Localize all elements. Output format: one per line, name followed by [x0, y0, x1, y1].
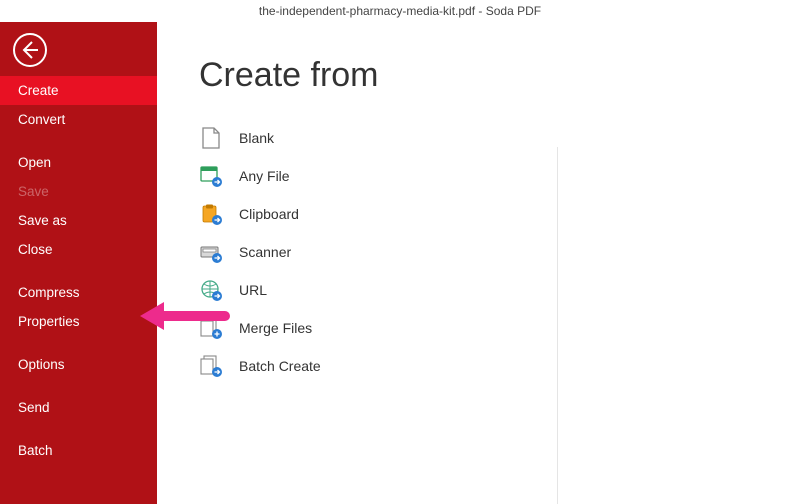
sidebar: Create Convert Open Save Save as Close C… [0, 22, 157, 504]
create-option-label: Merge Files [239, 320, 312, 336]
sidebar-item-label: Options [18, 357, 65, 372]
create-anyfile[interactable]: Any File [199, 157, 800, 195]
globe-icon [199, 278, 223, 302]
title-sep: - [475, 4, 486, 18]
create-option-label: Clipboard [239, 206, 299, 222]
sidebar-item-save: Save [0, 177, 157, 206]
create-batch[interactable]: Batch Create [199, 347, 800, 385]
sidebar-item-label: Properties [18, 314, 80, 329]
create-merge[interactable]: Merge Files [199, 309, 800, 347]
sidebar-item-label: Save as [18, 213, 67, 228]
sidebar-item-convert[interactable]: Convert [0, 105, 157, 134]
sidebar-item-label: Create [18, 83, 59, 98]
title-filename: the-independent-pharmacy-media-kit.pdf [259, 4, 475, 18]
back-button[interactable] [12, 32, 48, 68]
sidebar-item-label: Save [18, 184, 49, 199]
title-app: Soda PDF [486, 4, 541, 18]
sidebar-item-properties[interactable]: Properties [0, 307, 157, 336]
sidebar-item-compress[interactable]: Compress [0, 278, 157, 307]
create-option-label: Blank [239, 130, 274, 146]
vertical-divider [557, 147, 558, 504]
sidebar-item-label: Batch [18, 443, 53, 458]
sidebar-item-batch[interactable]: Batch [0, 436, 157, 465]
create-option-label: Scanner [239, 244, 291, 260]
create-option-label: Batch Create [239, 358, 321, 374]
sidebar-item-saveas[interactable]: Save as [0, 206, 157, 235]
create-option-label: Any File [239, 168, 290, 184]
sidebar-item-open[interactable]: Open [0, 148, 157, 177]
blank-page-icon [199, 126, 223, 150]
sidebar-item-close[interactable]: Close [0, 235, 157, 264]
create-clipboard[interactable]: Clipboard [199, 195, 800, 233]
main-panel: Create from Blank Any File Clipboard Sca… [157, 22, 800, 504]
back-arrow-icon [12, 32, 48, 68]
batch-create-icon [199, 354, 223, 378]
sidebar-item-label: Close [18, 242, 53, 257]
create-blank[interactable]: Blank [199, 119, 800, 157]
sidebar-item-create[interactable]: Create [0, 76, 157, 105]
sidebar-item-label: Compress [18, 285, 80, 300]
any-file-icon [199, 164, 223, 188]
create-from-list: Blank Any File Clipboard Scanner URL Mer… [199, 119, 800, 385]
create-url[interactable]: URL [199, 271, 800, 309]
page-title: Create from [199, 56, 800, 95]
titlebar: the-independent-pharmacy-media-kit.pdf -… [0, 0, 800, 23]
create-option-label: URL [239, 282, 267, 298]
sidebar-item-options[interactable]: Options [0, 350, 157, 379]
create-scanner[interactable]: Scanner [199, 233, 800, 271]
merge-files-icon [199, 316, 223, 340]
scanner-icon [199, 240, 223, 264]
sidebar-item-label: Open [18, 155, 51, 170]
sidebar-item-send[interactable]: Send [0, 393, 157, 422]
sidebar-item-label: Convert [18, 112, 65, 127]
sidebar-item-label: Send [18, 400, 50, 415]
clipboard-icon [199, 202, 223, 226]
